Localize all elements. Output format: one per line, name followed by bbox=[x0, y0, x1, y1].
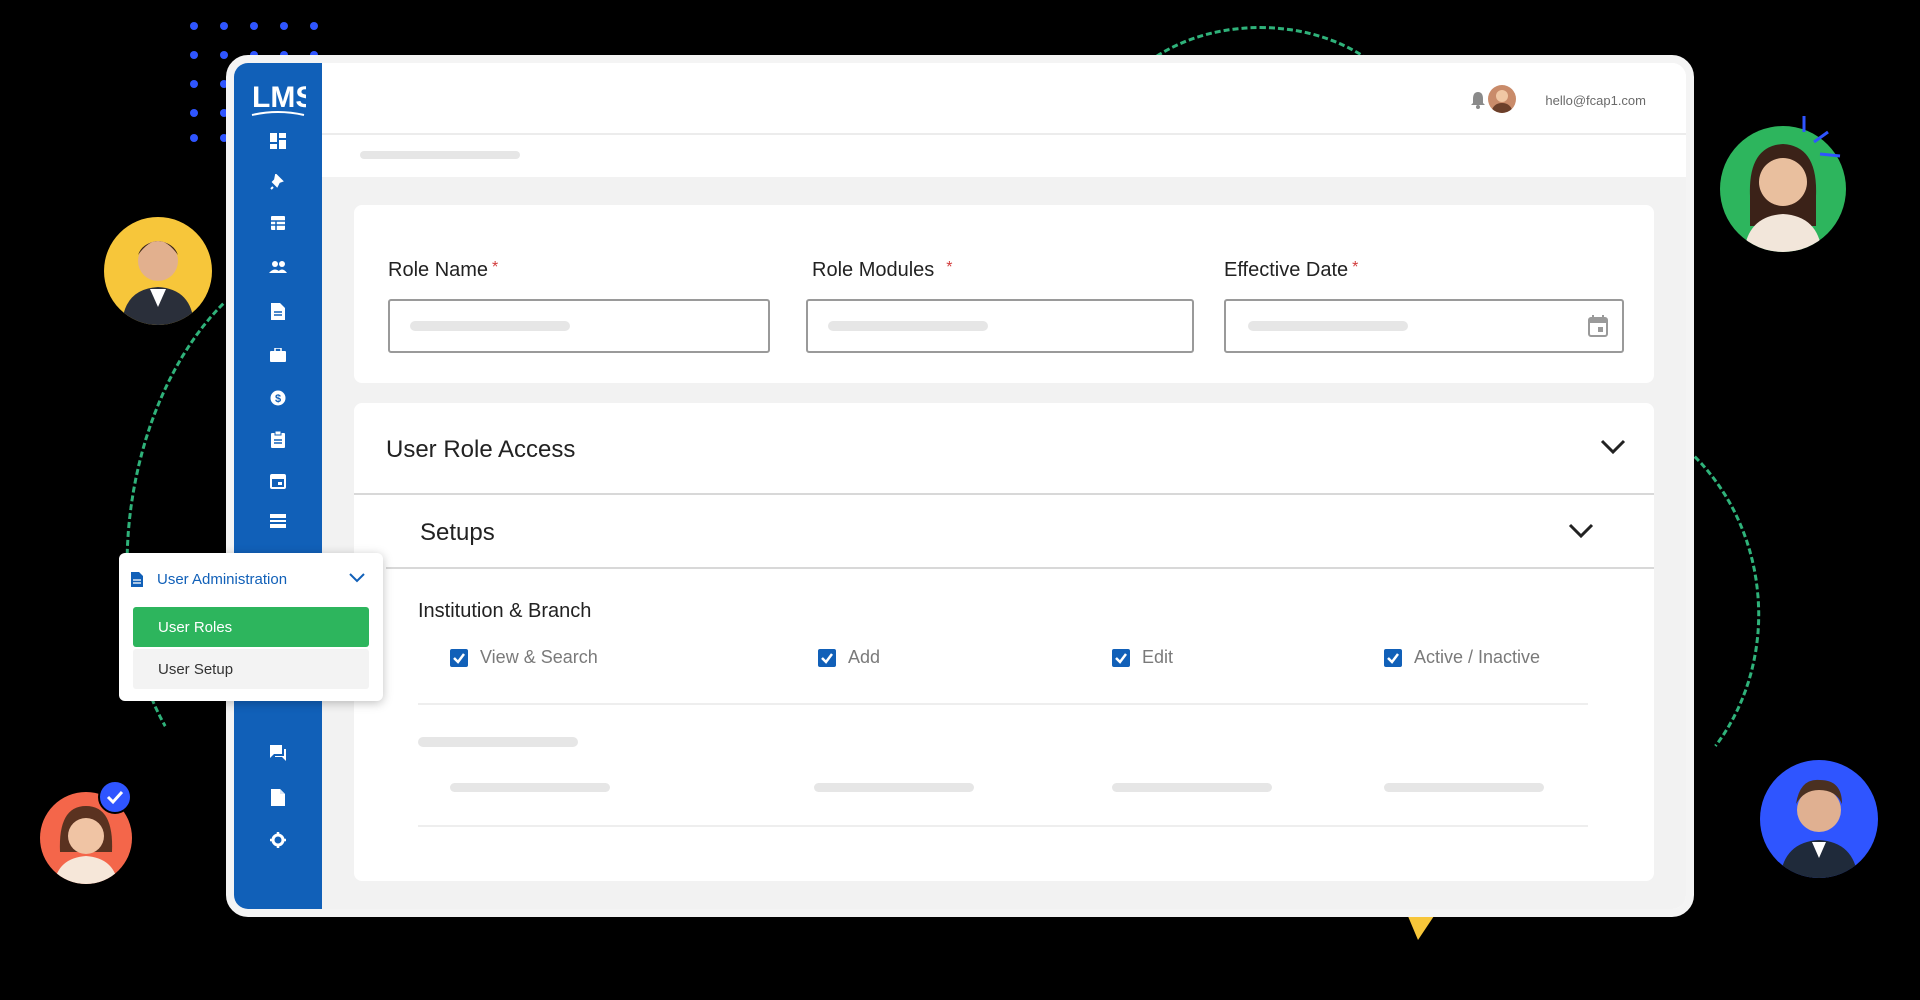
settings-icon[interactable] bbox=[266, 828, 290, 852]
chevron-down-icon[interactable] bbox=[1600, 439, 1626, 455]
dashboard-icon[interactable] bbox=[266, 129, 290, 153]
calendar-icon[interactable] bbox=[266, 469, 290, 493]
calendar-icon[interactable] bbox=[1588, 315, 1608, 337]
divider bbox=[418, 825, 1588, 827]
chevron-down-icon[interactable] bbox=[349, 573, 365, 583]
chat-icon[interactable] bbox=[266, 741, 290, 765]
decorative-avatar-man-yellow bbox=[104, 217, 212, 325]
decorative-sparkle bbox=[1802, 116, 1841, 158]
users-icon[interactable] bbox=[266, 255, 290, 279]
role-modules-label: Role Modules * bbox=[812, 259, 953, 281]
chevron-down-icon[interactable] bbox=[1568, 523, 1594, 539]
clipboard-icon[interactable] bbox=[266, 427, 290, 451]
user-administration-submenu: User Administration User Roles User Setu… bbox=[119, 553, 383, 701]
role-name-label: Role Name * bbox=[388, 259, 499, 281]
effective-date-label: Effective Date * bbox=[1224, 259, 1359, 281]
lms-logo[interactable]: LMS bbox=[250, 75, 306, 119]
decorative-avatar-man-blue bbox=[1760, 760, 1878, 878]
sidebar: LMS $ bbox=[234, 63, 322, 909]
divider bbox=[418, 703, 1588, 705]
stage: LMS $ bbox=[0, 0, 1920, 1000]
role-form-card: Role Name * Role Modules * Effective Date * bbox=[354, 205, 1654, 383]
user-role-access-title: User Role Access bbox=[386, 436, 576, 463]
pin-icon[interactable] bbox=[266, 170, 290, 194]
permission-add[interactable]: Add bbox=[818, 647, 880, 668]
checkbox-checked-icon[interactable] bbox=[1112, 648, 1130, 667]
divider bbox=[386, 567, 1654, 569]
dollar-icon[interactable]: $ bbox=[266, 386, 290, 410]
user-email[interactable]: hello@fcap1.com bbox=[1545, 93, 1646, 108]
checkbox-checked-icon[interactable] bbox=[450, 648, 468, 667]
svg-text:$: $ bbox=[275, 393, 281, 405]
list-icon[interactable] bbox=[266, 509, 290, 533]
table-icon[interactable] bbox=[266, 211, 290, 235]
input-placeholder bbox=[410, 321, 570, 331]
permission-view-search[interactable]: View & Search bbox=[450, 647, 598, 668]
permission-edit[interactable]: Edit bbox=[1112, 647, 1173, 668]
user-role-access-header[interactable]: User Role Access bbox=[354, 403, 1654, 495]
institution-branch-title: Institution & Branch bbox=[418, 600, 592, 622]
checkbox-checked-icon[interactable] bbox=[1384, 648, 1402, 667]
user-role-access-card: User Role Access Setups Institution & Br… bbox=[354, 403, 1654, 881]
permission-active-inactive[interactable]: Active / Inactive bbox=[1384, 647, 1540, 668]
submenu-item-user-setup[interactable]: User Setup bbox=[133, 649, 369, 689]
role-modules-select[interactable] bbox=[806, 299, 1194, 353]
permission-placeholder bbox=[1112, 783, 1272, 792]
document-icon bbox=[131, 572, 143, 587]
bell-icon[interactable] bbox=[1470, 91, 1486, 109]
permission-placeholder bbox=[450, 783, 610, 792]
role-name-input[interactable] bbox=[388, 299, 770, 353]
permission-placeholder bbox=[1384, 783, 1544, 792]
input-placeholder bbox=[828, 321, 988, 331]
app-window: LMS $ bbox=[226, 55, 1694, 917]
setups-section-title[interactable]: Setups bbox=[420, 519, 495, 547]
group-placeholder bbox=[418, 737, 578, 747]
submenu-item-user-roles[interactable]: User Roles bbox=[133, 607, 369, 647]
main-content: Role Name * Role Modules * Effective Date *… bbox=[322, 177, 1686, 909]
checkbox-checked-icon[interactable] bbox=[818, 648, 836, 667]
briefcase-icon[interactable] bbox=[266, 343, 290, 367]
top-bar: hello@fcap1.com bbox=[322, 63, 1686, 135]
avatar[interactable] bbox=[1488, 85, 1516, 113]
svg-text:LMS: LMS bbox=[252, 81, 306, 114]
permission-placeholder bbox=[814, 783, 974, 792]
effective-date-input[interactable] bbox=[1224, 299, 1624, 353]
submenu-header[interactable]: User Administration bbox=[131, 571, 287, 588]
document-icon[interactable] bbox=[266, 299, 290, 323]
breadcrumb-placeholder bbox=[360, 151, 520, 159]
breadcrumb bbox=[322, 137, 1686, 177]
verified-check-badge-icon bbox=[98, 780, 132, 814]
file-icon[interactable] bbox=[266, 785, 290, 809]
input-placeholder bbox=[1248, 321, 1408, 331]
